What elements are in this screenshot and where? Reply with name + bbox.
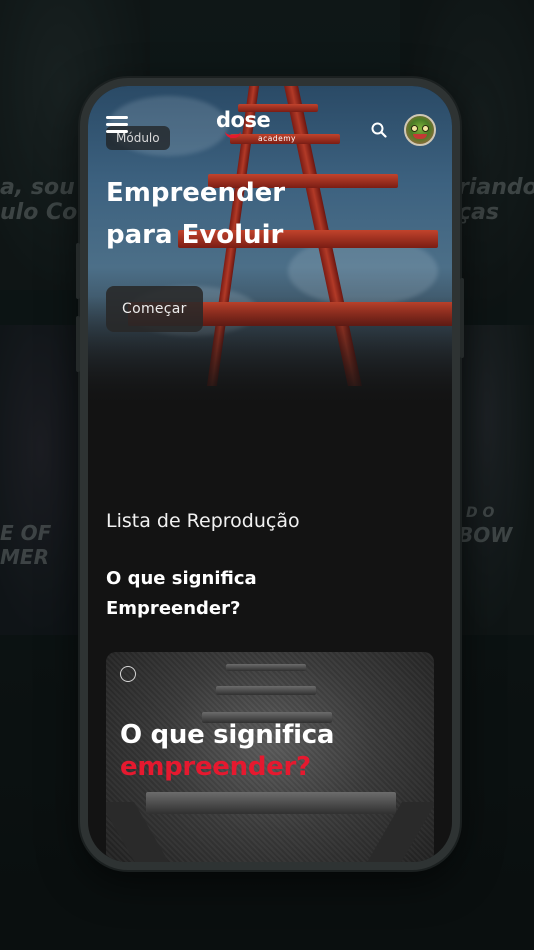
episode-select-radio[interactable] [120,666,136,682]
hero-title: Empreender para Evoluir [106,172,406,256]
search-icon[interactable] [371,122,387,138]
phone-frame: Módulo dose academy Empreender para Evol… [76,78,464,870]
thumbnail-title-line1: O que significa [120,720,335,750]
episode-title-line: O que significa [106,568,257,589]
dose-academy-logo[interactable]: dose academy [216,108,316,144]
start-button[interactable]: Começar [106,286,203,332]
thumbnail-ladder-rung [146,792,396,814]
avatar-eye [422,125,429,132]
episode-title-line: Empreender? [106,598,241,619]
menu-icon[interactable] [106,116,128,133]
hero-title-line: para Evoluir [106,220,284,250]
logo-word: dose [216,108,271,132]
avatar-mouth [413,134,427,139]
phone-side-button [76,243,80,299]
hero-title-line: Empreender [106,178,286,208]
app-screen: Módulo dose academy Empreender para Evol… [88,86,452,862]
top-bar: Módulo dose academy [88,86,452,156]
thumbnail-ladder-rung [226,664,306,671]
avatar-eye [411,125,418,132]
playlist-heading: Lista de Reprodução [106,510,300,532]
logo-subtitle: academy [258,134,296,143]
background-stage: a, sou ulo Cou riando ças E OF MER D O B… [0,0,534,950]
episode-thumbnail[interactable]: O que significa empreender? [106,652,434,862]
logo-smile-mark [225,131,241,138]
phone-side-button [76,316,80,372]
thumbnail-ladder-rung [216,686,316,695]
phone-side-button [460,278,464,358]
episode-title[interactable]: O que significa Empreender? [106,564,406,624]
thumbnail-title-line2: empreender? [120,752,311,782]
avatar[interactable] [404,114,436,146]
